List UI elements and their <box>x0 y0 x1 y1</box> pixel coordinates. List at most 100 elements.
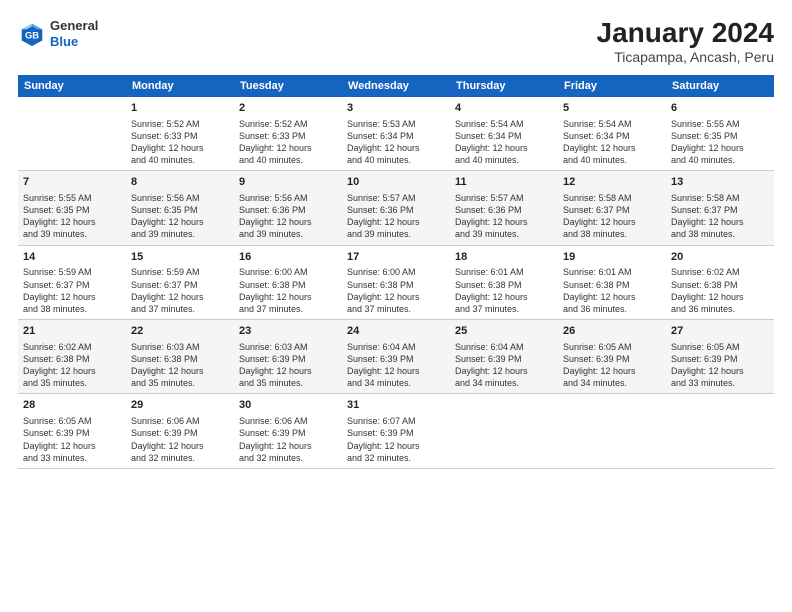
day-info: Sunrise: 5:52 AM Sunset: 6:33 PM Dayligh… <box>131 118 229 167</box>
week-row-1: 1 Sunrise: 5:52 AM Sunset: 6:33 PM Daylig… <box>18 97 774 171</box>
day-info: Sunrise: 6:06 AM Sunset: 6:39 PM Dayligh… <box>239 415 337 464</box>
calendar-body: 1 Sunrise: 5:52 AM Sunset: 6:33 PM Daylig… <box>18 97 774 469</box>
day-number: 10 <box>347 175 445 190</box>
logo-blue: Blue <box>50 34 78 49</box>
day-info: Sunrise: 6:05 AM Sunset: 6:39 PM Dayligh… <box>563 341 661 390</box>
day-number: 23 <box>239 324 337 339</box>
day-info: Sunrise: 5:54 AM Sunset: 6:34 PM Dayligh… <box>455 118 553 167</box>
calendar-cell: 10Sunrise: 5:57 AM Sunset: 6:36 PM Dayli… <box>342 171 450 245</box>
day-number: 25 <box>455 324 553 339</box>
subtitle: Ticapampa, Ancash, Peru <box>597 49 774 65</box>
calendar-cell: 11 Sunrise: 5:57 AM Sunset: 6:36 PM Dayli… <box>450 171 558 245</box>
calendar-cell: 8 Sunrise: 5:56 AM Sunset: 6:35 PM Daylig… <box>126 171 234 245</box>
day-number: 16 <box>239 250 337 265</box>
day-number: 22 <box>131 324 229 339</box>
day-info: Sunrise: 5:59 AM Sunset: 6:37 PM Dayligh… <box>23 266 121 315</box>
day-number: 6 <box>671 101 769 116</box>
calendar-cell: 18Sunrise: 6:01 AM Sunset: 6:38 PM Dayli… <box>450 245 558 319</box>
day-number: 31 <box>347 398 445 413</box>
day-number: 1 <box>131 101 229 116</box>
day-number: 18 <box>455 250 553 265</box>
calendar-cell: 5Sunrise: 5:54 AM Sunset: 6:34 PM Daylig… <box>558 97 666 171</box>
calendar-cell: 23Sunrise: 6:03 AM Sunset: 6:39 PM Dayli… <box>234 320 342 394</box>
logo-icon: GB <box>18 20 46 48</box>
calendar-cell: 14Sunrise: 5:59 AM Sunset: 6:37 PM Dayli… <box>18 245 126 319</box>
calendar-cell: 9Sunrise: 5:56 AM Sunset: 6:36 PM Daylig… <box>234 171 342 245</box>
day-number: 30 <box>239 398 337 413</box>
col-friday: Friday <box>558 75 666 97</box>
day-info: Sunrise: 6:05 AM Sunset: 6:39 PM Dayligh… <box>671 341 769 390</box>
col-tuesday: Tuesday <box>234 75 342 97</box>
day-info: Sunrise: 6:07 AM Sunset: 6:39 PM Dayligh… <box>347 415 445 464</box>
day-number: 15 <box>131 250 229 265</box>
week-row-4: 21 Sunrise: 6:02 AM Sunset: 6:38 PM Dayli… <box>18 320 774 394</box>
col-thursday: Thursday <box>450 75 558 97</box>
day-number: 24 <box>347 324 445 339</box>
day-info: Sunrise: 5:57 AM Sunset: 6:36 PM Dayligh… <box>455 192 553 241</box>
calendar-cell: 6 Sunrise: 5:55 AM Sunset: 6:35 PM Daylig… <box>666 97 774 171</box>
calendar-cell: 1 Sunrise: 5:52 AM Sunset: 6:33 PM Daylig… <box>126 97 234 171</box>
day-info: Sunrise: 6:01 AM Sunset: 6:38 PM Dayligh… <box>563 266 661 315</box>
day-info: Sunrise: 5:58 AM Sunset: 6:37 PM Dayligh… <box>671 192 769 241</box>
calendar-cell: 13 Sunrise: 5:58 AM Sunset: 6:37 PM Dayli… <box>666 171 774 245</box>
day-number: 3 <box>347 101 445 116</box>
day-number: 20 <box>671 250 769 265</box>
calendar-table: Sunday Monday Tuesday Wednesday Thursday… <box>18 75 774 469</box>
col-wednesday: Wednesday <box>342 75 450 97</box>
day-number: 27 <box>671 324 769 339</box>
calendar-cell: 25Sunrise: 6:04 AM Sunset: 6:39 PM Dayli… <box>450 320 558 394</box>
col-sunday: Sunday <box>18 75 126 97</box>
week-row-2: 7Sunrise: 5:55 AM Sunset: 6:35 PM Daylig… <box>18 171 774 245</box>
header: GB General Blue January 2024 Ticapampa, … <box>18 18 774 65</box>
day-info: Sunrise: 6:01 AM Sunset: 6:38 PM Dayligh… <box>455 266 553 315</box>
day-info: Sunrise: 5:59 AM Sunset: 6:37 PM Dayligh… <box>131 266 229 315</box>
logo: GB General Blue <box>18 18 98 49</box>
calendar-cell: 21 Sunrise: 6:02 AM Sunset: 6:38 PM Dayli… <box>18 320 126 394</box>
logo-text: General Blue <box>50 18 98 49</box>
calendar-cell: 20Sunrise: 6:02 AM Sunset: 6:38 PM Dayli… <box>666 245 774 319</box>
day-number: 11 <box>455 175 553 190</box>
calendar-cell <box>18 97 126 171</box>
calendar-cell: 2Sunrise: 5:52 AM Sunset: 6:33 PM Daylig… <box>234 97 342 171</box>
logo-general: General <box>50 18 98 33</box>
day-number: 21 <box>23 324 121 339</box>
day-info: Sunrise: 5:55 AM Sunset: 6:35 PM Dayligh… <box>671 118 769 167</box>
day-info: Sunrise: 6:00 AM Sunset: 6:38 PM Dayligh… <box>239 266 337 315</box>
calendar-cell <box>666 394 774 468</box>
calendar-cell: 16Sunrise: 6:00 AM Sunset: 6:38 PM Dayli… <box>234 245 342 319</box>
col-monday: Monday <box>126 75 234 97</box>
day-number: 19 <box>563 250 661 265</box>
day-number: 8 <box>131 175 229 190</box>
calendar-cell: 7Sunrise: 5:55 AM Sunset: 6:35 PM Daylig… <box>18 171 126 245</box>
day-number: 12 <box>563 175 661 190</box>
calendar-cell <box>558 394 666 468</box>
day-info: Sunrise: 6:02 AM Sunset: 6:38 PM Dayligh… <box>671 266 769 315</box>
day-info: Sunrise: 5:56 AM Sunset: 6:36 PM Dayligh… <box>239 192 337 241</box>
calendar-cell <box>450 394 558 468</box>
main-title: January 2024 <box>597 18 774 49</box>
day-info: Sunrise: 6:04 AM Sunset: 6:39 PM Dayligh… <box>347 341 445 390</box>
day-info: Sunrise: 6:00 AM Sunset: 6:38 PM Dayligh… <box>347 266 445 315</box>
day-number: 13 <box>671 175 769 190</box>
day-info: Sunrise: 5:58 AM Sunset: 6:37 PM Dayligh… <box>563 192 661 241</box>
day-number: 5 <box>563 101 661 116</box>
day-number: 29 <box>131 398 229 413</box>
calendar-cell: 3Sunrise: 5:53 AM Sunset: 6:34 PM Daylig… <box>342 97 450 171</box>
day-number: 28 <box>23 398 121 413</box>
calendar-cell: 19Sunrise: 6:01 AM Sunset: 6:38 PM Dayli… <box>558 245 666 319</box>
calendar-cell: 26 Sunrise: 6:05 AM Sunset: 6:39 PM Dayli… <box>558 320 666 394</box>
week-row-5: 28Sunrise: 6:05 AM Sunset: 6:39 PM Dayli… <box>18 394 774 468</box>
col-saturday: Saturday <box>666 75 774 97</box>
day-info: Sunrise: 5:52 AM Sunset: 6:33 PM Dayligh… <box>239 118 337 167</box>
calendar-cell: 17Sunrise: 6:00 AM Sunset: 6:38 PM Dayli… <box>342 245 450 319</box>
day-info: Sunrise: 6:03 AM Sunset: 6:38 PM Dayligh… <box>131 341 229 390</box>
day-info: Sunrise: 6:02 AM Sunset: 6:38 PM Dayligh… <box>23 341 121 390</box>
calendar-cell: 22 Sunrise: 6:03 AM Sunset: 6:38 PM Dayli… <box>126 320 234 394</box>
week-row-3: 14Sunrise: 5:59 AM Sunset: 6:37 PM Dayli… <box>18 245 774 319</box>
day-info: Sunrise: 5:56 AM Sunset: 6:35 PM Dayligh… <box>131 192 229 241</box>
calendar-cell: 29 Sunrise: 6:06 AM Sunset: 6:39 PM Dayli… <box>126 394 234 468</box>
day-info: Sunrise: 6:06 AM Sunset: 6:39 PM Dayligh… <box>131 415 229 464</box>
day-number: 17 <box>347 250 445 265</box>
calendar-cell: 12 Sunrise: 5:58 AM Sunset: 6:37 PM Dayli… <box>558 171 666 245</box>
day-number: 26 <box>563 324 661 339</box>
